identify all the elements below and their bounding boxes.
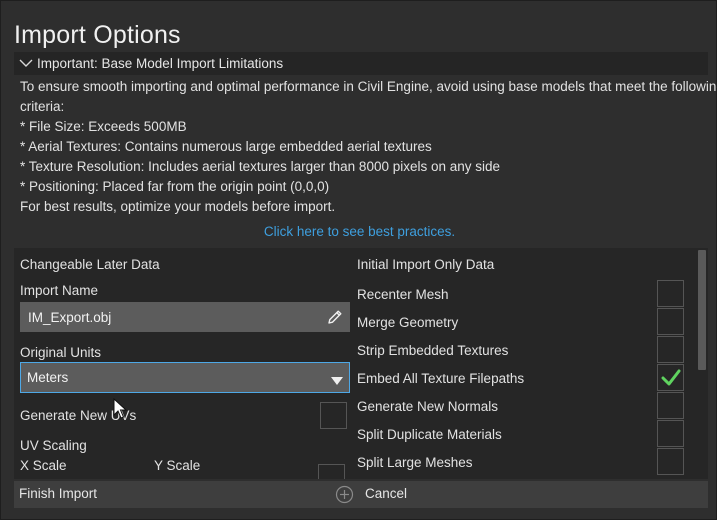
notice-line: For best results, optimize your models b… [20,199,336,214]
import-name-label: Import Name [20,283,99,298]
split-materials-label: Split Duplicate Materials [357,427,502,442]
embed-filepaths-label: Embed All Texture Filepaths [357,371,525,386]
notice-line: * File Size: Exceeds 500MB [20,119,187,134]
merge-geometry-checkbox[interactable] [657,308,684,335]
notice-line: * Positioning: Placed far from the origi… [20,179,330,194]
notice-line: criteria: [20,99,65,114]
strip-textures-label: Strip Embedded Textures [357,343,509,358]
pencil-icon[interactable] [326,308,344,326]
original-units-label: Original Units [20,345,102,360]
recenter-mesh-label: Recenter Mesh [357,287,449,302]
dialog-footer: Finish Import Cancel [14,481,708,508]
cancel-button[interactable]: Cancel [365,486,407,501]
y-scale-label: Y Scale [154,458,201,473]
generate-normals-checkbox[interactable] [657,392,684,419]
dropdown-arrow-icon [331,373,343,385]
split-meshes-checkbox[interactable] [657,448,684,475]
dialog-title: Import Options [14,21,181,49]
split-meshes-label: Split Large Meshes [357,455,473,470]
plus-circle-icon [335,485,354,504]
recenter-mesh-checkbox[interactable] [657,280,684,307]
split-materials-checkbox[interactable] [657,420,684,447]
embed-filepaths-checkbox[interactable] [657,364,684,391]
best-practices-link[interactable]: Click here to see best practices. [1,224,717,239]
mouse-pointer-icon [113,397,128,420]
notice-title: Important: Base Model Import Limitations [37,56,284,71]
options-panel: Changeable Later Data Import Name IM_Exp… [14,248,708,479]
initial-section-title: Initial Import Only Data [357,257,495,272]
x-scale-label: X Scale [20,458,67,473]
import-name-value: IM_Export.obj [28,309,112,325]
import-options-dialog: Import Options Important: Base Model Imp… [0,0,717,520]
original-units-dropdown[interactable]: Meters [20,362,350,393]
original-units-value: Meters [27,370,69,385]
generate-normals-label: Generate New Normals [357,399,499,414]
checkmark-icon [661,369,681,386]
strip-textures-checkbox[interactable] [657,336,684,363]
notice-line: To ensure smooth importing and optimal p… [20,79,717,94]
generate-uvs-checkbox[interactable] [320,402,347,429]
uv-scaling-label: UV Scaling [20,438,87,453]
chevron-down-icon [17,52,35,75]
notice-line: * Aerial Textures: Contains numerous lar… [20,139,432,154]
scrollbar-thumb[interactable] [698,250,706,370]
uv-lock-checkbox[interactable] [318,464,345,479]
import-name-field[interactable]: IM_Export.obj [20,302,350,332]
notice-line: * Texture Resolution: Includes aerial te… [20,159,501,174]
finish-import-button[interactable]: Finish Import [19,486,97,501]
notice-collapse-header[interactable]: Important: Base Model Import Limitations [14,52,708,75]
changeable-section-title: Changeable Later Data [20,257,160,272]
merge-geometry-label: Merge Geometry [357,315,459,330]
